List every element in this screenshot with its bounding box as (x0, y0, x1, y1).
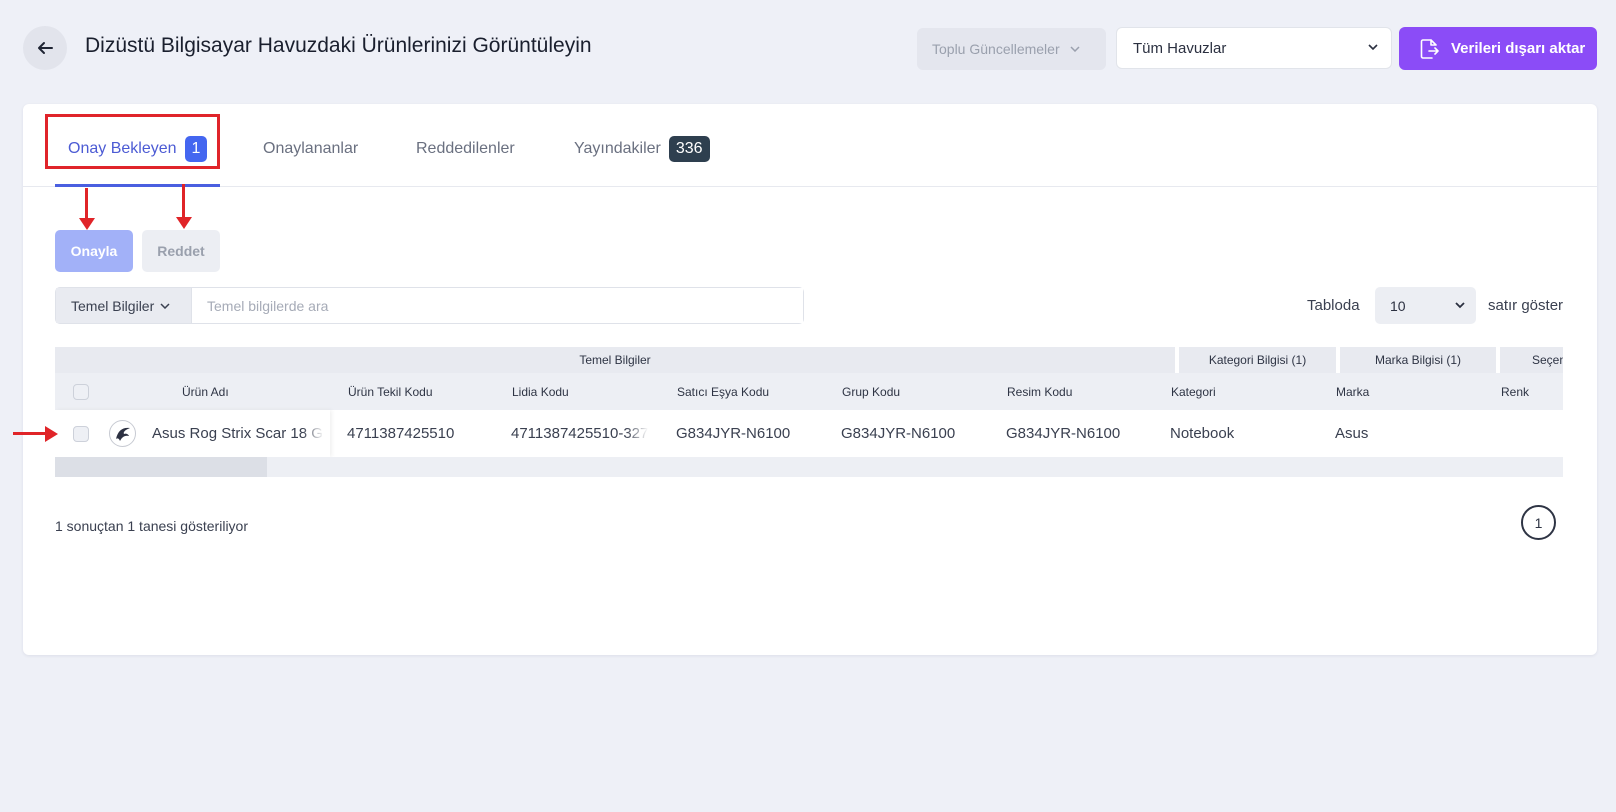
products-table: Temel Bilgiler Kategori Bilgisi (1) Mark… (55, 347, 1563, 487)
col-group-code[interactable]: Grup Kodu (842, 373, 900, 410)
horizontal-scrollbar[interactable] (55, 457, 1563, 477)
tab-rejected-label: Reddedilenler (416, 139, 515, 157)
brand-logo-icon (115, 427, 130, 441)
group-brand-info: Marka Bilgisi (1) (1340, 347, 1496, 373)
tab-published[interactable]: Yayındakiler 336 (574, 132, 710, 165)
group-category-info: Kategori Bilgisi (1) (1179, 347, 1336, 373)
product-logo (109, 410, 136, 457)
back-button[interactable] (23, 26, 67, 70)
annotation-arrow-right (13, 426, 58, 442)
table-header-row: Ürün Adı Ürün Tekil Kodu Lidia Kodu Satı… (55, 373, 1563, 410)
text-fade (302, 410, 324, 457)
col-color[interactable]: Renk (1501, 373, 1529, 410)
annotation-arrow-down (176, 184, 192, 229)
tab-published-badge: 336 (668, 135, 710, 162)
col-brand[interactable]: Marka (1336, 373, 1369, 410)
group-options: Seçen (1500, 347, 1563, 373)
cell-seller-code: G834JYR-N6100 (676, 425, 791, 442)
cell-image-code: G834JYR-N6100 (1006, 425, 1121, 442)
bulk-updates-label: Toplu Güncellemeler (932, 41, 1060, 57)
cell-brand: Asus (1335, 425, 1369, 442)
tab-rejected[interactable]: Reddedilenler (416, 132, 515, 165)
cell-category: Notebook (1170, 425, 1235, 442)
col-unique-code[interactable]: Ürün Tekil Kodu (348, 373, 433, 410)
approve-button[interactable]: Onayla (55, 230, 133, 272)
annotation-arrow-down (79, 188, 95, 230)
rows-per-page-select[interactable]: 10 (1375, 287, 1476, 324)
text-fade (626, 410, 648, 457)
arrow-left-icon (38, 42, 53, 54)
export-data-button[interactable]: Verileri dışarı aktar (1399, 27, 1597, 70)
cell-unique-code: 4711387425510 (347, 425, 455, 442)
col-lidia-code[interactable]: Lidia Kodu (512, 373, 569, 410)
pool-select[interactable]: Tüm Havuzlar (1116, 27, 1392, 69)
select-all-checkbox[interactable] (73, 373, 89, 410)
search-filter-dropdown[interactable]: Temel Bilgiler (56, 288, 192, 323)
cell-product-name: Asus Rog Strix Scar 18 G (152, 410, 324, 457)
pool-select-value: Tüm Havuzlar (1133, 39, 1227, 57)
sticky-columns: Asus Rog Strix Scar 18 G (55, 410, 330, 457)
file-export-icon (1420, 38, 1439, 59)
chevron-down-icon (160, 302, 170, 309)
chevron-down-icon (1070, 46, 1080, 52)
tab-published-label: Yayındakiler (574, 139, 661, 157)
result-count: 1 sonuçtan 1 tanesi gösteriliyor (55, 518, 248, 534)
reject-button[interactable]: Reddet (142, 230, 220, 272)
bulk-updates-dropdown[interactable]: Toplu Güncellemeler (917, 28, 1106, 70)
cell-group-code: G834JYR-N6100 (841, 425, 956, 442)
products-card: Onay Bekleyen 1 Onaylananlar Reddedilenl… (23, 104, 1597, 655)
tab-approved-label: Onaylananlar (263, 139, 359, 157)
cell-product-name-text: Asus Rog Strix Scar 18 G (152, 425, 323, 442)
search-input[interactable] (192, 288, 803, 323)
col-seller-code[interactable]: Satıcı Eşya Kodu (677, 373, 769, 410)
annotation-highlight-box (45, 114, 220, 169)
export-label: Verileri dışarı aktar (1451, 40, 1586, 57)
page-header: Dizüstü Bilgisayar Havuzdaki Ürünleriniz… (0, 0, 1616, 100)
col-product-name[interactable]: Ürün Adı (182, 373, 229, 410)
chevron-down-icon (1455, 302, 1465, 309)
search-group: Temel Bilgiler (55, 287, 804, 324)
status-tabs: Onay Bekleyen 1 Onaylananlar Reddedilenl… (23, 104, 1597, 187)
cell-lidia-code: 4711387425510-327 (511, 410, 648, 457)
rows-prefix-label: Tabloda (1307, 297, 1360, 314)
page-title: Dizüstü Bilgisayar Havuzdaki Ürünleriniz… (85, 34, 592, 57)
rows-per-page-value: 10 (1390, 297, 1406, 314)
col-image-code[interactable]: Resim Kodu (1007, 373, 1072, 410)
rows-suffix-label: satır göster (1488, 297, 1564, 314)
pagination-page-1[interactable]: 1 (1521, 505, 1556, 540)
scrollbar-thumb[interactable] (55, 457, 267, 477)
chevron-down-icon (1368, 44, 1378, 51)
row-checkbox[interactable] (73, 410, 89, 457)
tab-approved[interactable]: Onaylananlar (263, 132, 358, 165)
table-group-header: Temel Bilgiler Kategori Bilgisi (1) Mark… (55, 347, 1563, 373)
search-filter-label: Temel Bilgiler (71, 297, 155, 314)
group-basic-info: Temel Bilgiler (55, 347, 1175, 373)
active-tab-indicator (55, 184, 220, 187)
col-category[interactable]: Kategori (1171, 373, 1216, 410)
